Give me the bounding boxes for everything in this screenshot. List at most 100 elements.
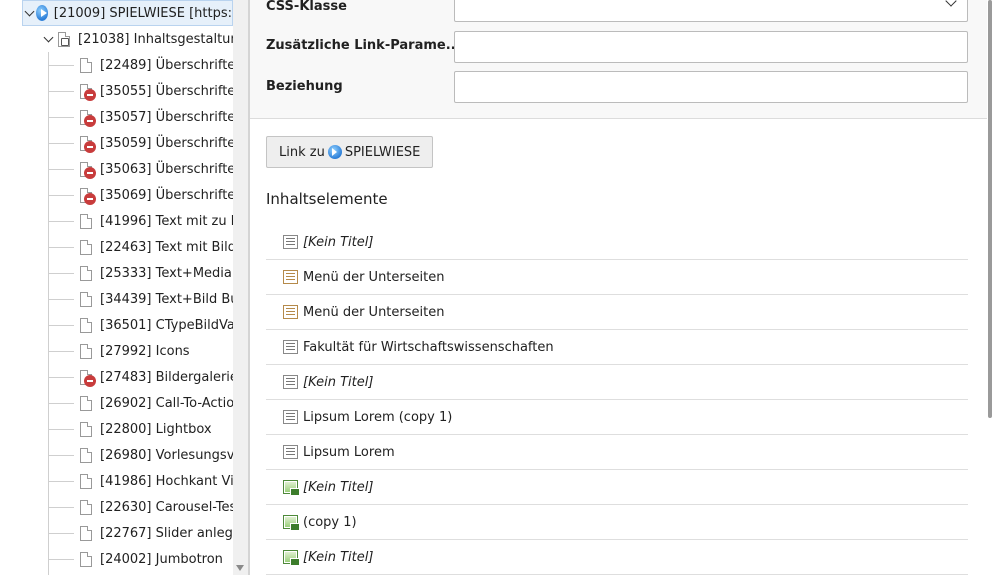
tree-node-page[interactable]: [22489] Überschriften bbox=[80, 52, 244, 78]
tree-node-page[interactable]: [36501] CTypeBildVari bbox=[80, 312, 244, 338]
page-icon bbox=[80, 57, 92, 73]
main-scrollbar[interactable] bbox=[987, 0, 993, 575]
tree-node-label: [34439] Text+Bild Bug bbox=[100, 291, 247, 307]
tree-node-label: [22489] Überschriften bbox=[100, 57, 244, 73]
tree-node-label: [26902] Call-To-Action bbox=[100, 395, 243, 411]
menu-icon bbox=[283, 305, 298, 319]
tree-node-label: [22630] Carousel-Test bbox=[100, 499, 242, 515]
content-element-label: [Kein Titel] bbox=[303, 374, 374, 390]
page-icon bbox=[80, 239, 92, 255]
content-element-row[interactable]: Lipsum Lorem (copy 1) bbox=[266, 400, 968, 435]
chevron-down-icon[interactable] bbox=[23, 6, 34, 20]
page-icon bbox=[80, 447, 92, 463]
tree-guide-line bbox=[48, 247, 74, 248]
hidden-page-icon bbox=[80, 187, 96, 205]
tree-guide-line bbox=[48, 117, 74, 118]
tree-node-page[interactable]: [22800] Lightbox bbox=[80, 416, 212, 442]
content-element-label: [Kein Titel] bbox=[303, 549, 374, 565]
tree-node-page[interactable]: [24002] Jumbotron bbox=[80, 546, 223, 572]
site-root-icon bbox=[327, 145, 342, 159]
tree-guide-line bbox=[48, 377, 74, 378]
page-icon bbox=[80, 291, 92, 307]
tree-node-label: [36501] CTypeBildVari bbox=[100, 317, 244, 333]
tree-node-page[interactable]: [35057] Überschriften bbox=[80, 104, 244, 130]
tree-node-label: [21009] SPIELWIESE [https: bbox=[53, 5, 232, 21]
tree-guide-line bbox=[48, 325, 74, 326]
image-icon bbox=[283, 550, 300, 566]
tree-node-label: [35057] Überschriften bbox=[100, 109, 244, 125]
content-element-row[interactable]: Lipsum Lorem bbox=[266, 435, 968, 470]
tree-node-label: [35063] Überschriften bbox=[100, 161, 244, 177]
tree-node-page[interactable]: [35063] Überschriften bbox=[80, 156, 244, 182]
hidden-badge-icon bbox=[84, 88, 96, 101]
hidden-badge-icon bbox=[84, 140, 96, 153]
hidden-page-icon bbox=[80, 109, 96, 127]
content-element-row[interactable]: Menü der Unterseiten bbox=[266, 260, 968, 295]
tree-node-page[interactable]: [22767] Slider anleger bbox=[80, 520, 246, 546]
tree-node-page[interactable]: [25333] Text+Media in bbox=[80, 260, 248, 286]
tree-node-root[interactable]: [21009] SPIELWIESE [https: bbox=[22, 0, 233, 26]
page-icon bbox=[80, 421, 92, 437]
tree-node-page[interactable]: [27992] Icons bbox=[80, 338, 190, 364]
tree-scrollbar[interactable] bbox=[233, 0, 248, 575]
text-icon bbox=[283, 375, 298, 389]
tree-node-page[interactable]: [35069] Überschriften bbox=[80, 182, 244, 208]
tree-node-page[interactable]: [27483] Bildergalerien bbox=[80, 364, 246, 390]
hidden-page-icon bbox=[80, 369, 96, 387]
tree-node-label: [35069] Überschriften bbox=[100, 187, 244, 203]
tree-guide-line bbox=[48, 91, 74, 92]
content-element-row[interactable]: Fakultät für Wirtschaftswissenschaften bbox=[266, 330, 968, 365]
content-element-label: Menü der Unterseiten bbox=[303, 304, 445, 320]
link-button-prefix: Link zu bbox=[279, 144, 325, 160]
content-element-row[interactable]: [Kein Titel] bbox=[266, 225, 968, 260]
tree-node-page[interactable]: [34439] Text+Bild Bug bbox=[80, 286, 247, 312]
page-icon bbox=[80, 213, 92, 229]
page-icon bbox=[80, 499, 92, 515]
content-element-label: Fakultät für Wirtschaftswissenschaften bbox=[303, 339, 554, 355]
tree-node-inhaltsgestaltung[interactable]: [21038] Inhaltsgestaltung bbox=[42, 26, 247, 52]
tree-node-page[interactable]: [26902] Call-To-Action bbox=[80, 390, 242, 416]
content-element-label: (copy 1) bbox=[303, 514, 357, 530]
hidden-badge-icon bbox=[84, 166, 96, 179]
tree-node-label: [22767] Slider anleger bbox=[100, 525, 247, 541]
tree-guide-line bbox=[48, 221, 74, 222]
tree-node-label: [24002] Jumbotron bbox=[100, 551, 223, 567]
chevron-down-icon[interactable] bbox=[945, 0, 957, 7]
relation-input[interactable] bbox=[454, 71, 968, 103]
tree-guide-line bbox=[48, 429, 74, 430]
tree-guide-line bbox=[48, 299, 74, 300]
css-class-select[interactable] bbox=[454, 0, 968, 22]
chevron-down-icon[interactable] bbox=[42, 32, 56, 46]
tree-node-page[interactable]: [26980] Vorlesungsvid bbox=[80, 442, 246, 468]
content-elements-list: [Kein Titel] Menü der Unterseiten Menü der… bbox=[266, 225, 968, 575]
tree-node-label: [22463] Text mit Bild bbox=[100, 239, 236, 255]
content-element-row[interactable]: [Kein Titel] bbox=[266, 470, 968, 505]
scrollbar-thumb[interactable] bbox=[988, 0, 992, 418]
link-to-page-button[interactable]: Link zu SPIELWIESE bbox=[266, 136, 434, 168]
tree-node-page[interactable]: [22630] Carousel-Test bbox=[80, 494, 241, 520]
hidden-page-icon bbox=[80, 83, 96, 101]
text-icon bbox=[283, 235, 298, 249]
tree-guide-line bbox=[48, 169, 74, 170]
content-element-row[interactable]: [Kein Titel] bbox=[266, 540, 968, 575]
content-element-row[interactable]: (copy 1) bbox=[266, 505, 968, 540]
site-root-icon bbox=[35, 5, 48, 21]
text-icon bbox=[283, 340, 298, 354]
tree-node-page[interactable]: [41996] Text mit zu br bbox=[80, 208, 244, 234]
page-icon bbox=[80, 395, 92, 411]
content-elements-heading: Inhaltselemente bbox=[266, 190, 388, 208]
content-element-row[interactable]: Menü der Unterseiten bbox=[266, 295, 968, 330]
tree-guide-line bbox=[48, 52, 49, 575]
image-icon bbox=[283, 515, 300, 531]
tree-node-page[interactable]: [35055] Überschriften bbox=[80, 78, 244, 104]
scroll-down-icon[interactable] bbox=[236, 565, 244, 571]
tree-node-page[interactable]: [41986] Hochkant Vid bbox=[80, 468, 242, 494]
content-element-row[interactable]: [Kein Titel] bbox=[266, 365, 968, 400]
tree-node-page[interactable]: [22463] Text mit Bild bbox=[80, 234, 236, 260]
hidden-badge-icon bbox=[84, 114, 96, 127]
link-params-input[interactable] bbox=[454, 31, 968, 63]
tree-node-label: [41986] Hochkant Vid bbox=[100, 473, 242, 489]
tree-node-page[interactable]: [35059] Überschriften bbox=[80, 130, 244, 156]
tree-guide-line bbox=[48, 559, 74, 560]
tree-node-label: [35059] Überschriften bbox=[100, 135, 244, 151]
